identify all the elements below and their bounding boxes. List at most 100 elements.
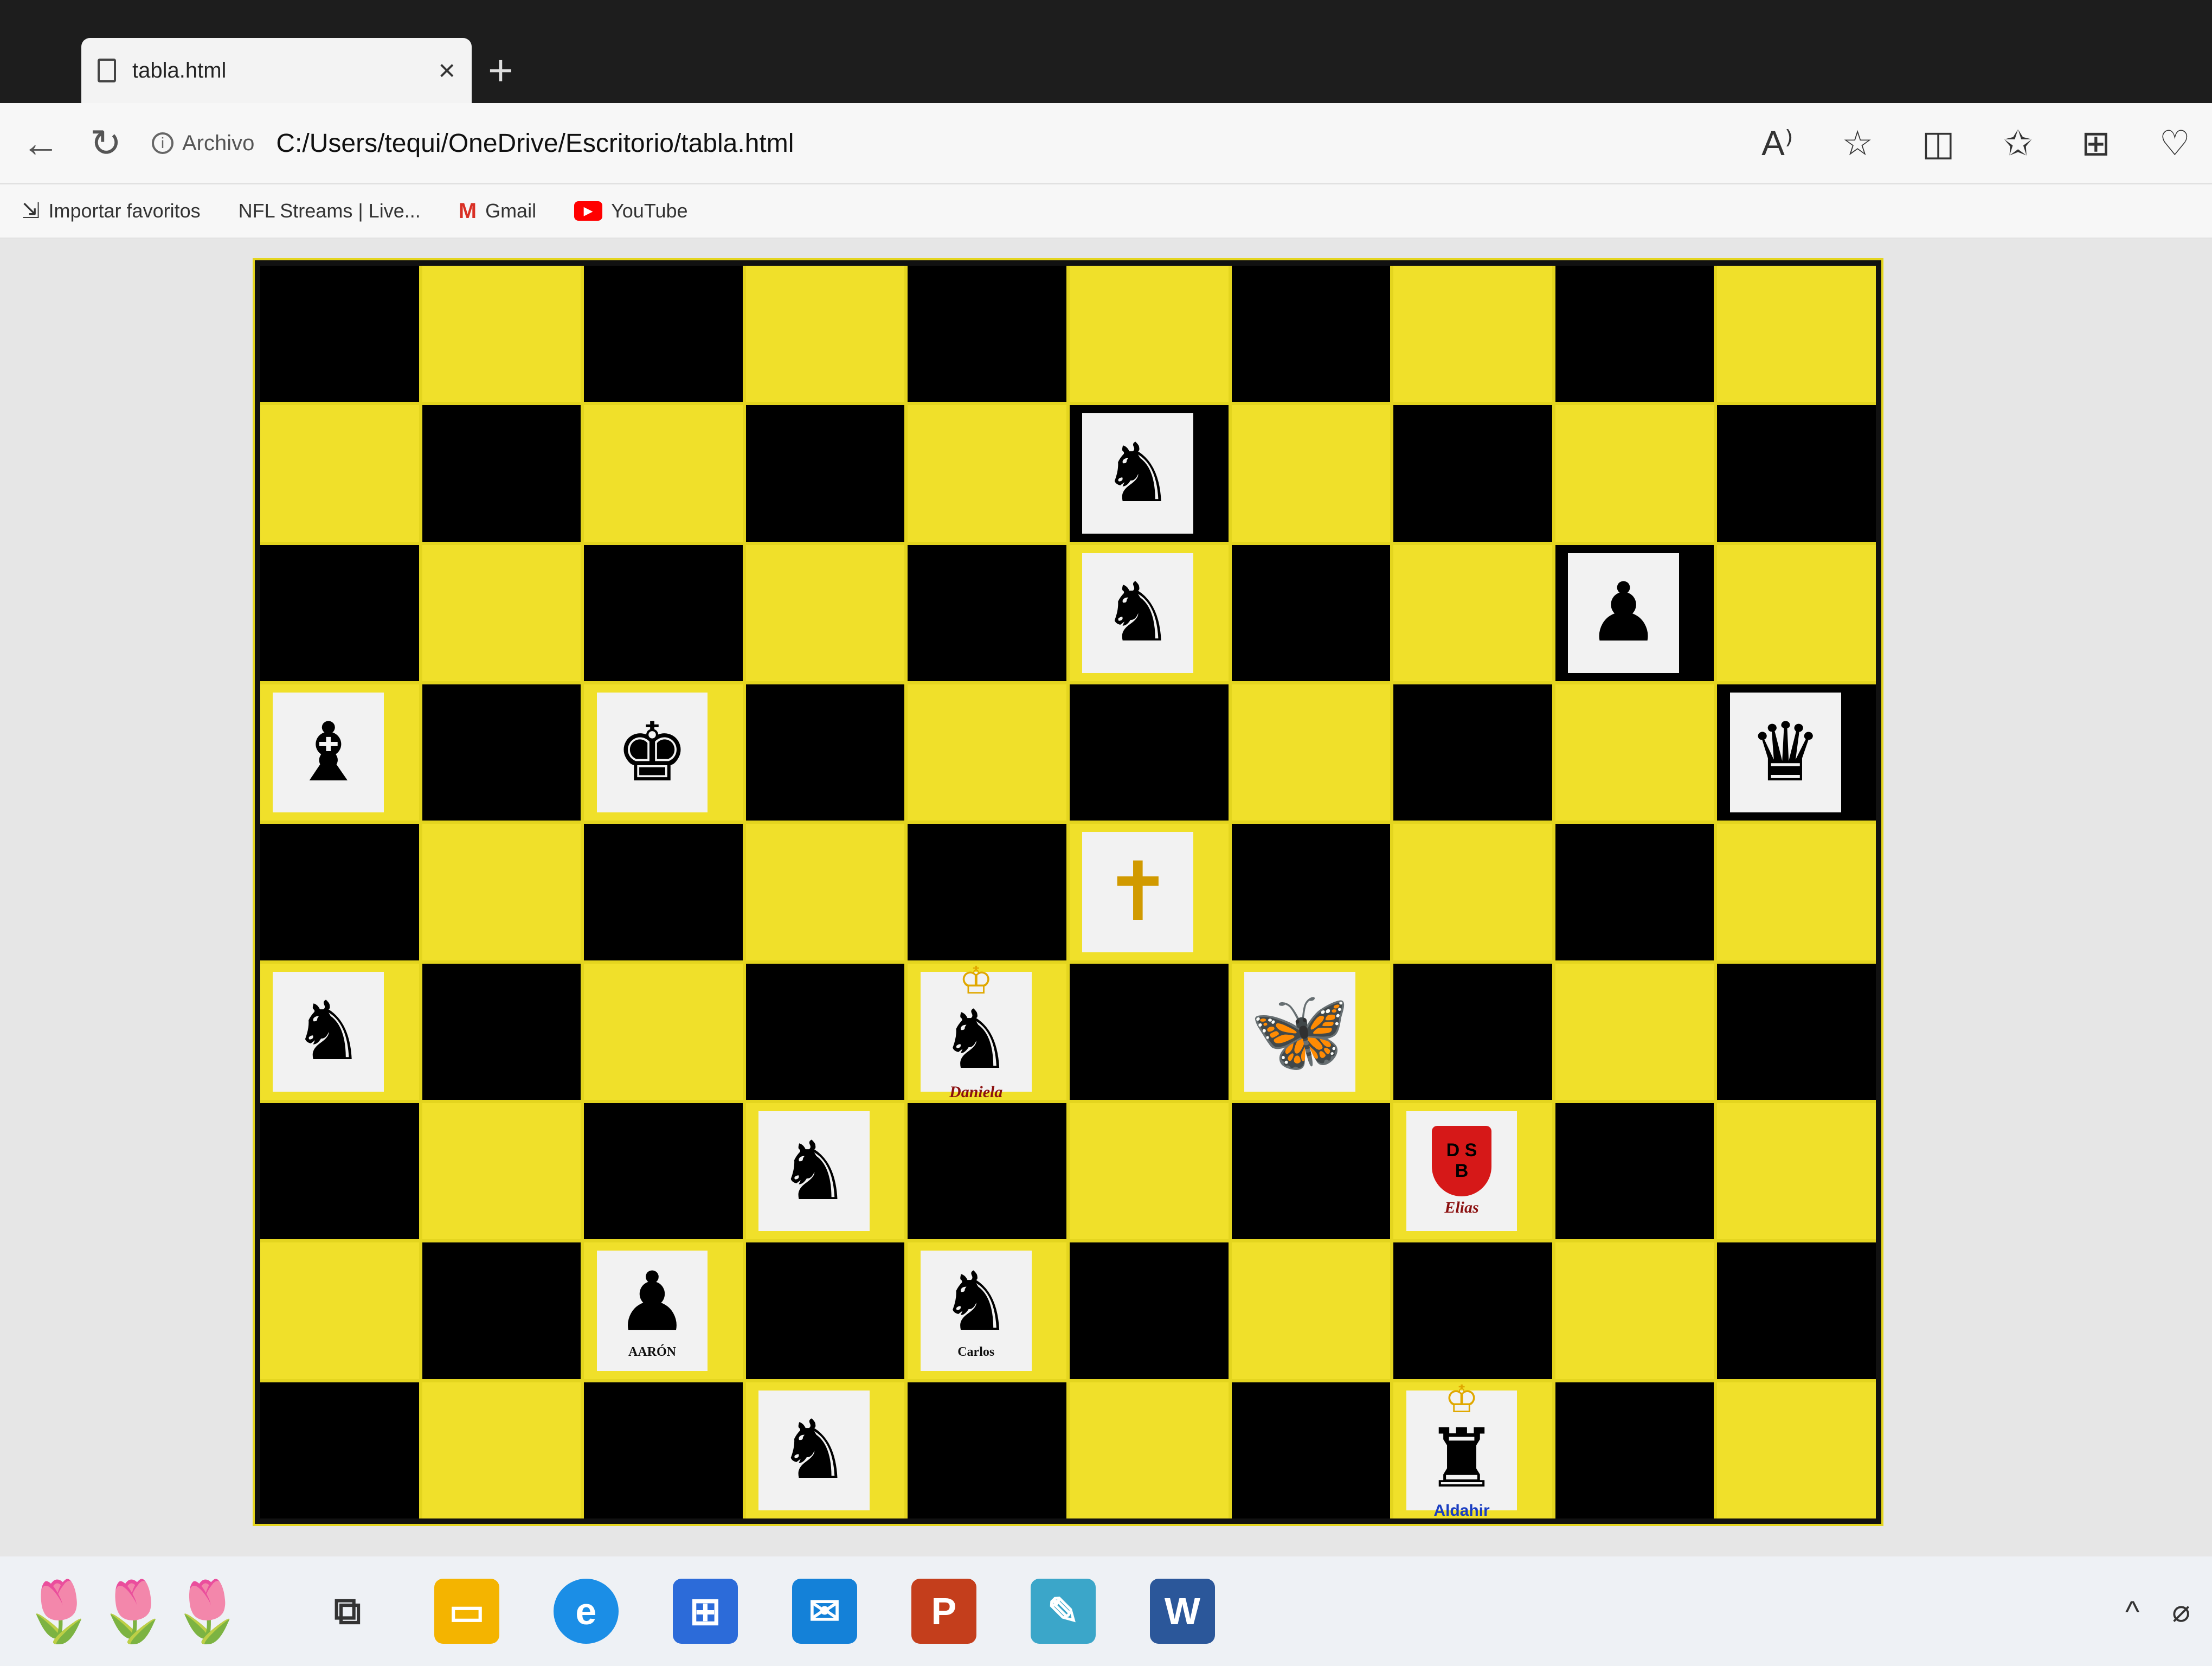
board-square[interactable] [1231,824,1391,960]
board-square[interactable] [260,1242,419,1379]
refresh-button[interactable]: ↻ [87,121,125,165]
board-square[interactable] [584,963,743,1100]
board-square[interactable]: ♔ ♜ Aldahir [1393,1382,1552,1518]
board-square[interactable] [260,1382,419,1518]
board-square[interactable] [908,544,1066,681]
mail-icon[interactable]: ✉ [792,1579,857,1644]
favorites-list-icon[interactable]: ✩ [2003,123,2033,164]
board-square[interactable] [1555,1242,1714,1379]
board-square[interactable] [260,544,419,681]
board-square[interactable] [1717,824,1876,960]
board-square[interactable] [745,1242,905,1379]
board-square[interactable] [1717,1103,1876,1240]
close-tab-icon[interactable]: × [438,54,455,87]
board-square[interactable] [1231,266,1391,402]
chess-piece[interactable]: ♞ Carlos [920,1251,1032,1371]
split-screen-icon[interactable]: ◫ [1922,123,1954,164]
favorite-import[interactable]: ⇲ Importar favoritos [22,198,201,223]
chess-piece[interactable]: ♞ [1082,553,1194,673]
board-square[interactable] [1555,824,1714,960]
chess-piece[interactable]: ♚ [596,693,708,813]
favorite-star-icon[interactable]: ☆ [1842,123,1873,164]
performance-icon[interactable]: ♡ [2159,123,2190,164]
board-square[interactable]: ♞ [745,1103,905,1240]
board-square[interactable] [422,1382,581,1518]
board-square[interactable]: ♞ [260,963,419,1100]
board-square[interactable] [1070,963,1229,1100]
board-square[interactable] [1231,1382,1391,1518]
board-square[interactable] [422,824,581,960]
board-square[interactable] [1231,1242,1391,1379]
board-square[interactable] [1231,544,1391,681]
board-square[interactable] [1717,266,1876,402]
board-square[interactable]: ♞ [1070,544,1229,681]
chess-piece[interactable]: ♛ [1729,693,1841,813]
board-square[interactable] [1231,1103,1391,1240]
board-square[interactable] [422,1103,581,1240]
board-square[interactable] [908,405,1066,542]
board-square[interactable]: ♟ [1555,544,1714,681]
board-square[interactable] [584,266,743,402]
board-square[interactable]: ♔ ♞ Daniela [908,963,1066,1100]
chess-piece[interactable]: ♞ [1082,413,1194,534]
board-square[interactable] [584,824,743,960]
board-square[interactable] [1393,684,1552,821]
board-square[interactable]: ♞ [745,1382,905,1518]
chess-piece[interactable]: ♝ [273,693,384,813]
board-square[interactable] [1070,266,1229,402]
new-tab-button[interactable]: + [488,43,513,98]
board-square[interactable] [584,544,743,681]
board-square[interactable] [1717,963,1876,1100]
board-square[interactable] [1717,405,1876,542]
chess-piece[interactable]: ♔ ♞ Daniela [920,964,1032,1100]
chess-piece[interactable]: ♞ [758,1111,870,1232]
notepad-icon[interactable]: ✎ [1030,1579,1096,1644]
board-square[interactable]: D S B Elias [1393,1103,1552,1240]
board-square[interactable] [1231,405,1391,542]
board-square[interactable] [260,1103,419,1240]
board-square[interactable] [1555,266,1714,402]
board-square[interactable] [260,405,419,542]
chess-piece[interactable]: ♔ ♜ Aldahir [1406,1382,1517,1518]
board-square[interactable] [745,684,905,821]
network-icon[interactable]: ⌀ [2172,1593,2190,1629]
board-square[interactable] [584,1382,743,1518]
board-square[interactable] [422,1242,581,1379]
board-square[interactable] [908,1103,1066,1240]
board-square[interactable] [1555,405,1714,542]
board-square[interactable] [260,266,419,402]
board-square[interactable]: ♞ [1070,405,1229,542]
board-square[interactable] [1717,544,1876,681]
board-square[interactable] [422,963,581,1100]
board-square[interactable] [1555,1103,1714,1240]
board-square[interactable] [1393,266,1552,402]
board-square[interactable] [745,824,905,960]
board-square[interactable]: ♟ AARÓN [584,1242,743,1379]
tulips-widget-icon[interactable]: 🌷🌷🌷 [22,1577,245,1646]
edge-icon[interactable]: e [553,1579,619,1644]
board-square[interactable] [584,405,743,542]
chevron-up-icon[interactable]: ^ [2125,1594,2139,1629]
favorite-nfl-streams[interactable]: NFL Streams | Live... [239,200,421,222]
chess-piece[interactable]: ♟ [1568,553,1680,673]
board-square[interactable]: ♛ [1717,684,1876,821]
chess-piece[interactable]: 🦋 [1244,971,1355,1092]
board-square[interactable] [745,963,905,1100]
board-square[interactable]: ♞ Carlos [908,1242,1066,1379]
board-square[interactable] [745,544,905,681]
board-square[interactable] [584,1103,743,1240]
board-square[interactable] [1717,1242,1876,1379]
browser-tab[interactable]: tabla.html × [81,38,472,103]
board-square[interactable] [422,684,581,821]
back-button[interactable]: ← [22,121,60,165]
file-explorer-icon[interactable]: ▭ [434,1579,499,1644]
board-square[interactable]: ♝ [260,684,419,821]
board-square[interactable] [745,405,905,542]
chess-piece[interactable]: ♞ [758,1390,870,1510]
favorite-gmail[interactable]: M Gmail [459,199,536,223]
board-square[interactable] [908,824,1066,960]
board-square[interactable] [1555,963,1714,1100]
board-square[interactable] [1393,1242,1552,1379]
chess-piece[interactable]: ♟ AARÓN [596,1251,708,1371]
board-square[interactable] [1717,1382,1876,1518]
